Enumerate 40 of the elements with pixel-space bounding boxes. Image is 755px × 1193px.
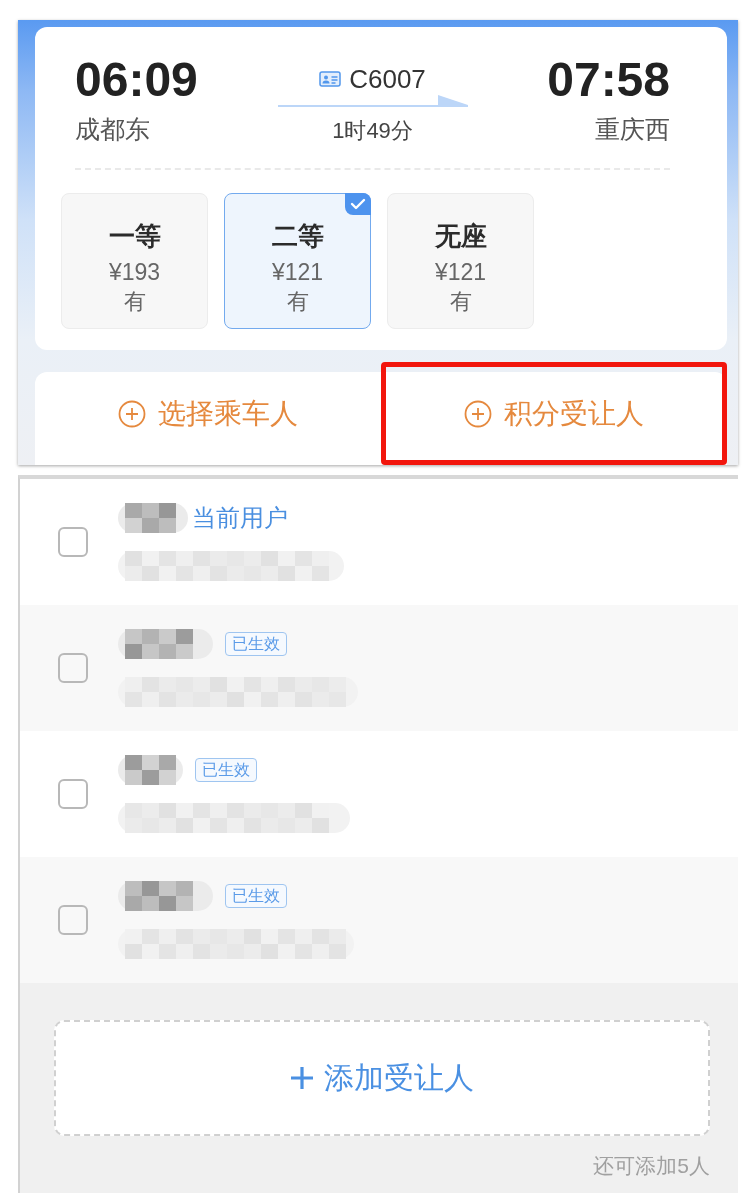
add-transferee-button[interactable]: 添加受让人 (54, 1020, 710, 1136)
remaining-count-note: 还可添加5人 (593, 1153, 710, 1179)
checkbox[interactable] (58, 779, 88, 809)
seat-availability: 有 (449, 288, 472, 316)
seat-option[interactable]: 二等 ¥121 有 (224, 193, 371, 329)
arrival-time: 07:58 (547, 52, 670, 108)
action-button[interactable]: 选择乘车人 (35, 362, 381, 465)
status-badge: 已生效 (195, 758, 257, 782)
seat-class-name: 一等 (108, 220, 161, 252)
plus-circle-icon (118, 399, 146, 428)
action-button[interactable]: 积分受让人 (381, 362, 727, 465)
plus-icon (290, 1066, 314, 1090)
blurred-name-placeholder (118, 755, 183, 785)
seat-class-name: 二等 (271, 220, 324, 252)
seat-option[interactable]: 无座 ¥121 有 (387, 193, 534, 329)
status-badge: 已生效 (225, 632, 287, 656)
plus-circle-icon (464, 399, 492, 428)
status-badge: 已生效 (225, 884, 287, 908)
seat-price: ¥193 (108, 258, 161, 286)
checkbox[interactable] (58, 653, 88, 683)
seat-class-name: 无座 (434, 220, 487, 252)
arrival-station: 重庆西 (595, 114, 670, 145)
id-card-icon (319, 71, 342, 87)
departure-station: 成都东 (75, 114, 151, 145)
checkbox[interactable] (58, 527, 88, 557)
person-row[interactable]: 已生效 (20, 605, 738, 731)
seat-price: ¥121 (434, 258, 487, 286)
person-row[interactable]: 已生效 (20, 857, 738, 983)
train-number: C6007 (349, 64, 426, 94)
blurred-name-placeholder (118, 503, 188, 533)
seat-option[interactable]: 一等 ¥193 有 (61, 193, 208, 329)
current-user-label: 当前用户 (192, 503, 288, 533)
seat-price: ¥121 (271, 258, 324, 286)
travel-duration: 1时49分 (332, 117, 413, 145)
departure-time: 06:09 (75, 52, 198, 108)
checkbox[interactable] (58, 905, 88, 935)
check-icon (345, 193, 371, 215)
seat-availability: 有 (123, 288, 146, 316)
arrow-icon (277, 95, 468, 107)
seat-availability: 有 (286, 288, 309, 316)
